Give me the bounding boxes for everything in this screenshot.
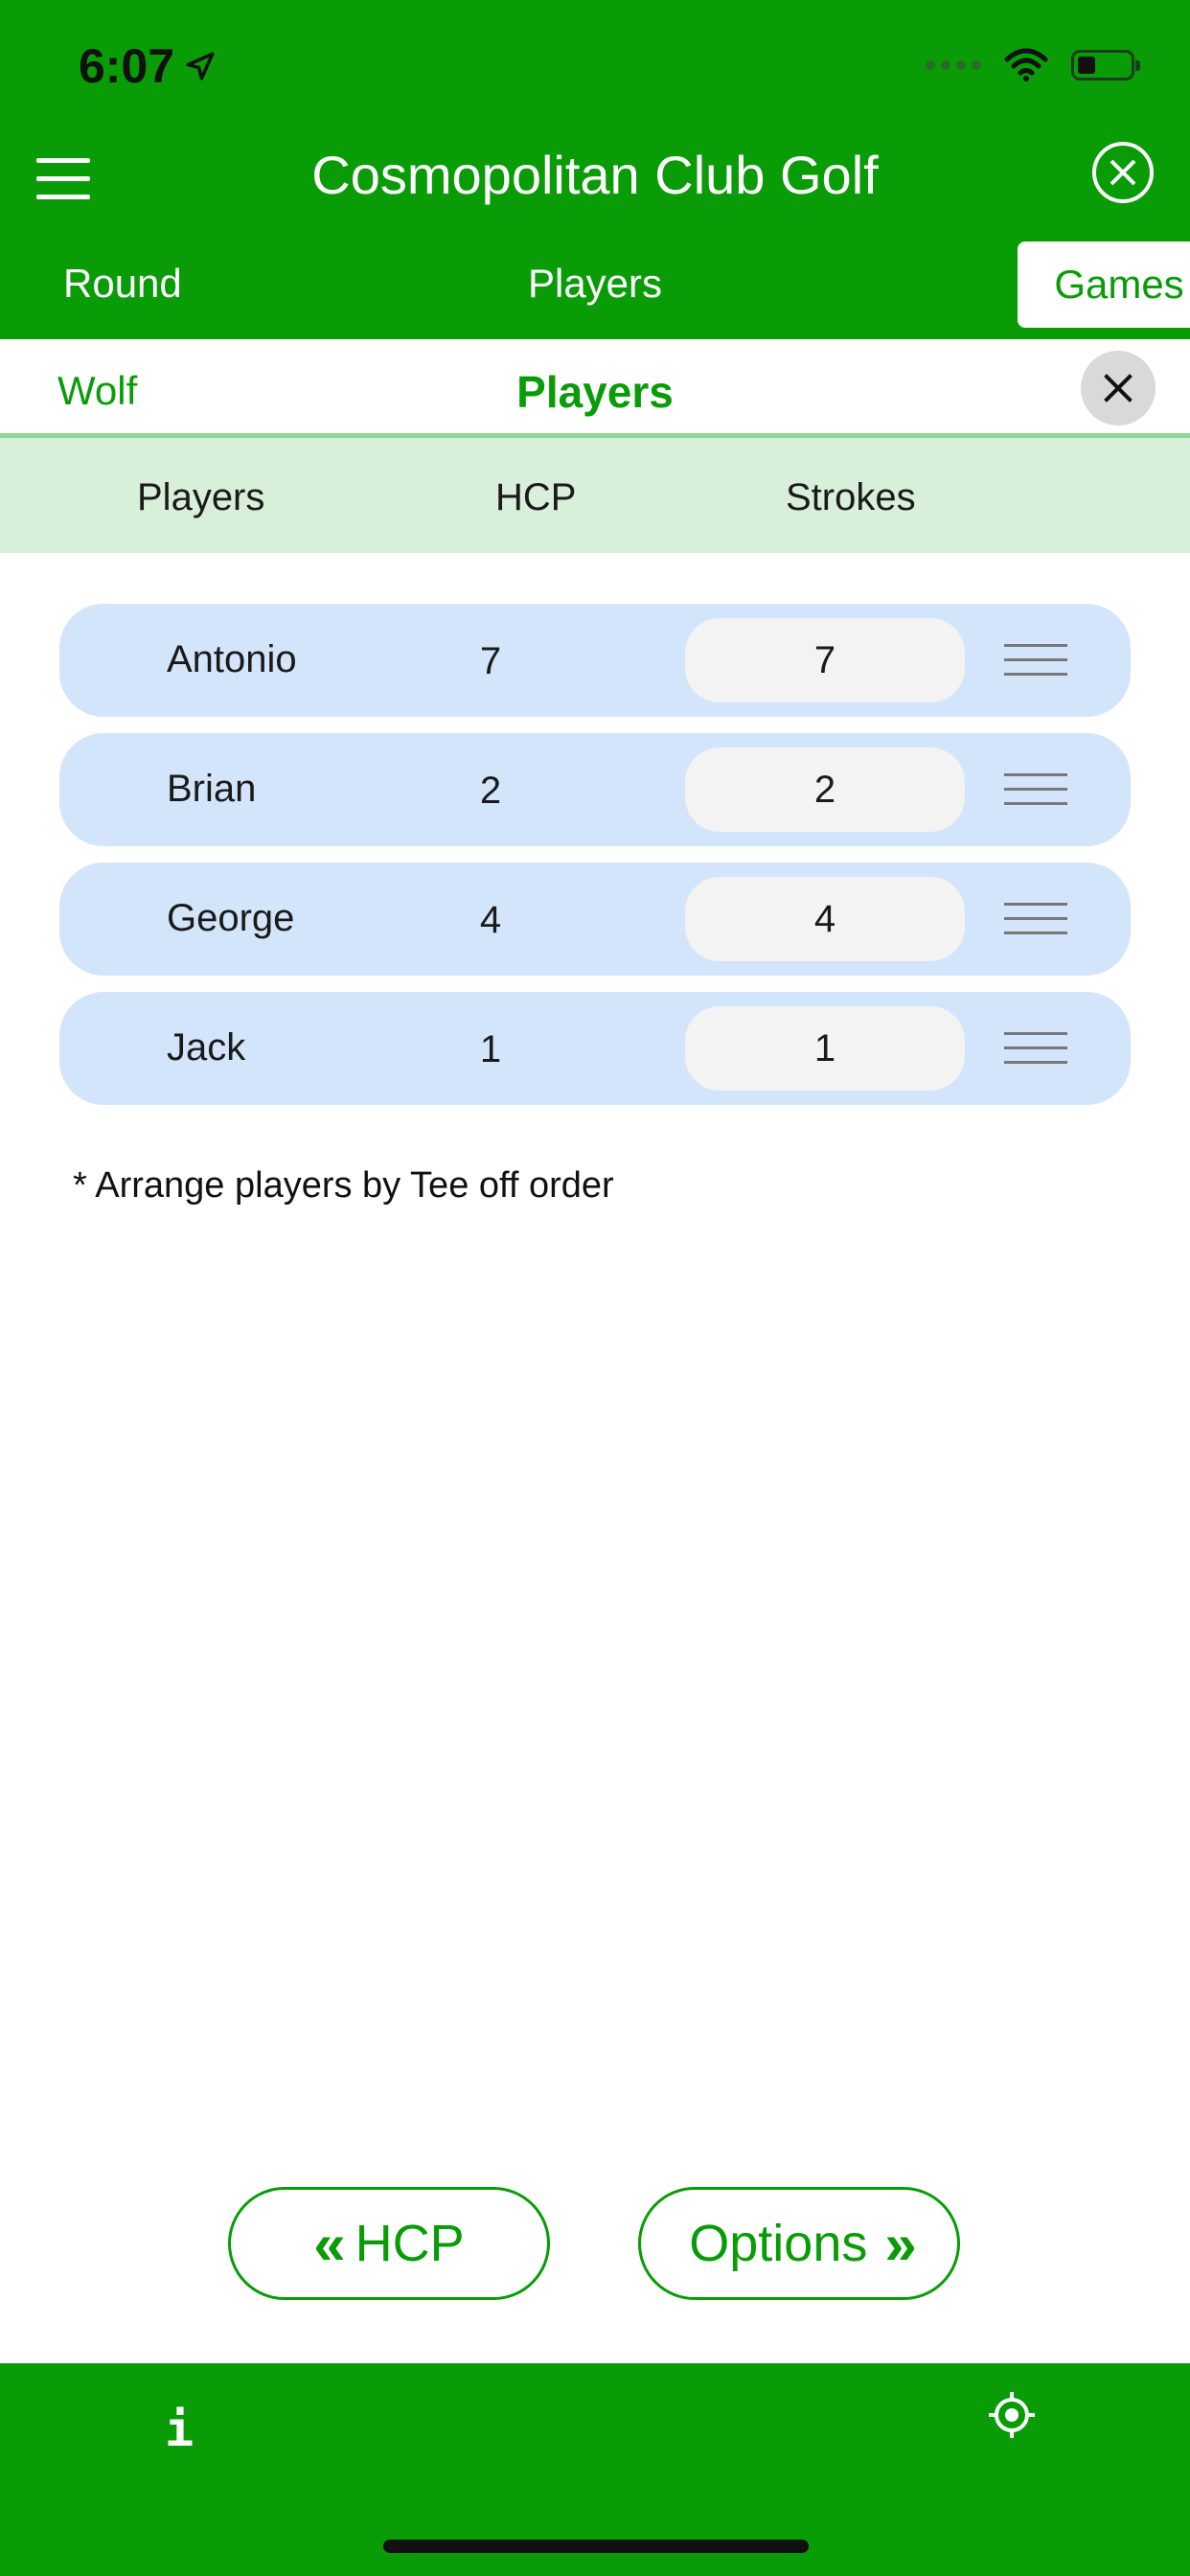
back-hcp-button[interactable]: « HCP <box>228 2187 550 2300</box>
player-hcp: 7 <box>479 640 502 682</box>
info-icon[interactable]: i <box>165 2402 194 2457</box>
player-row[interactable]: Jack 1 1 <box>59 992 1131 1105</box>
double-chevron-right-icon: » <box>884 2211 916 2276</box>
home-indicator <box>383 2540 809 2553</box>
location-arrow-icon <box>186 52 215 80</box>
bottom-toolbar: i <box>0 2363 1190 2576</box>
back-button-label: HCP <box>355 2215 465 2272</box>
signal-icon <box>926 60 981 70</box>
app-title: Cosmopolitan Club Golf <box>311 145 879 205</box>
battery-icon <box>1071 50 1140 80</box>
player-list: Antonio 7 7 Brian 2 2 George 4 4 Jack 1 … <box>59 604 1131 1121</box>
strokes-field[interactable]: 7 <box>685 618 965 702</box>
drag-handle-icon[interactable] <box>1004 1032 1067 1067</box>
strokes-field[interactable]: 1 <box>685 1006 965 1091</box>
status-time: 6:07 <box>79 38 217 94</box>
player-name: Antonio <box>167 638 297 680</box>
double-chevron-left-icon: « <box>313 2211 345 2276</box>
player-name: George <box>167 897 295 939</box>
strokes-field[interactable]: 4 <box>685 877 965 961</box>
wifi-icon <box>1004 48 1048 81</box>
next-button-label: Options <box>689 2215 868 2272</box>
next-options-button[interactable]: Options » <box>638 2187 960 2300</box>
column-players: Players <box>137 476 265 518</box>
player-hcp: 2 <box>479 770 502 812</box>
locate-icon[interactable] <box>987 2390 1037 2440</box>
player-name: Jack <box>167 1026 246 1069</box>
drag-handle-icon[interactable] <box>1004 644 1067 678</box>
close-icon[interactable] <box>1081 351 1156 426</box>
player-row[interactable]: Brian 2 2 <box>59 733 1131 846</box>
player-row[interactable]: Antonio 7 7 <box>59 604 1131 717</box>
player-name: Brian <box>167 768 257 810</box>
drag-handle-icon[interactable] <box>1004 903 1067 937</box>
tee-order-note: * Arrange players by Tee off order <box>73 1165 614 1206</box>
player-row[interactable]: George 4 4 <box>59 862 1131 976</box>
status-indicators <box>926 48 1140 82</box>
close-circle-icon[interactable] <box>1092 142 1154 203</box>
player-hcp: 4 <box>479 899 502 941</box>
column-strokes: Strokes <box>786 476 916 518</box>
tab-games[interactable]: Games <box>1018 242 1190 328</box>
column-header: Players HCP Strokes <box>0 438 1190 553</box>
sub-header: Wolf Players <box>0 339 1190 435</box>
tab-players[interactable]: Players <box>0 261 1190 307</box>
strokes-field[interactable]: 2 <box>685 748 965 832</box>
player-hcp: 1 <box>479 1028 502 1070</box>
column-hcp: HCP <box>495 476 577 518</box>
drag-handle-icon[interactable] <box>1004 773 1067 808</box>
page-title: Players <box>516 367 674 417</box>
